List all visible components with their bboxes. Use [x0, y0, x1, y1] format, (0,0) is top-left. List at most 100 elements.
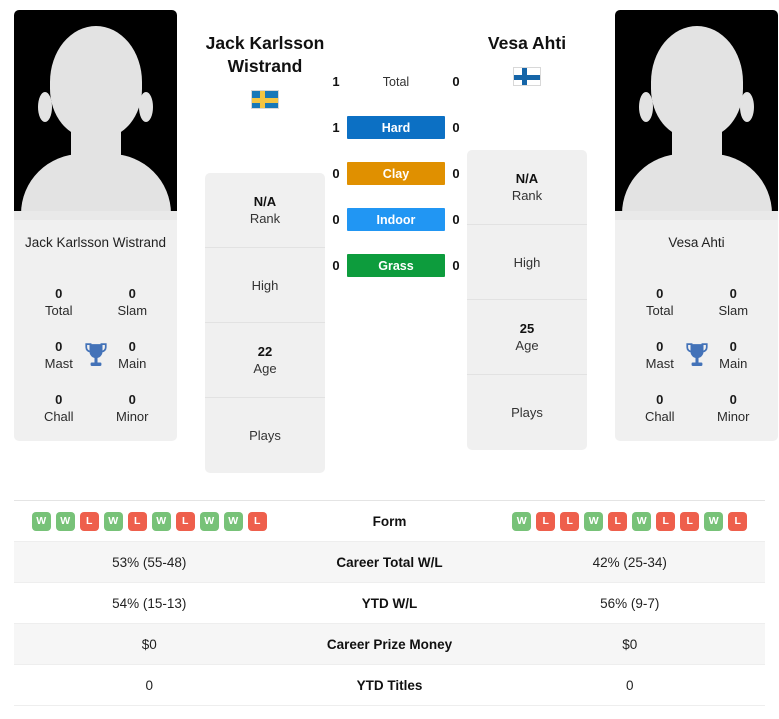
stat-row-form: WWLWLWLWWL Form WLLWLWLLWL [14, 501, 765, 542]
title-value: 0 [55, 392, 63, 407]
left-stat-value: $0 [141, 636, 157, 652]
form-badge-loss[interactable]: L [247, 511, 267, 531]
form-badge-loss[interactable]: L [79, 511, 99, 531]
right-titles-grid: 0 Total 0 Slam 0 Mast 0 Main 0 Chall 0 M… [623, 286, 770, 425]
h2h-bar-total: Total [382, 74, 410, 89]
left-player-name: Jack Karlsson Wistrand [205, 10, 325, 78]
left-stat-value: 53% (55-48) [112, 554, 187, 570]
form-badge-win[interactable]: W [103, 511, 123, 531]
stat-label-ytd-titles: YTD Titles [356, 677, 423, 693]
info-label: Rank [249, 211, 281, 226]
h2h-right-score: 0 [452, 258, 460, 273]
stat-row-ytd-wl: 54% (15-13) YTD W/L 56% (9-7) [14, 583, 765, 624]
left-form-strip: WWLWLWLWWL [31, 511, 267, 531]
right-stat-value: 42% (25-34) [592, 554, 667, 570]
h2h-left-score: 0 [332, 212, 340, 227]
info-row-age: 22 Age [205, 323, 325, 398]
form-badge-loss[interactable]: L [728, 511, 748, 531]
form-badge-win[interactable]: W [223, 511, 243, 531]
avatar-silhouette-icon [14, 10, 177, 220]
form-badge-loss[interactable]: L [560, 511, 580, 531]
left-player-name-line1: Jack Karlsson [205, 33, 325, 53]
form-badge-loss[interactable]: L [175, 511, 195, 531]
title-label: Total [45, 303, 73, 318]
left-info-panel: N/A Rank High 22 Age Plays [205, 173, 325, 473]
head-to-head-surface-bars: 1 Total 0 1 Hard 0 0 Clay 0 0 Indoor 0 0 [325, 10, 467, 500]
form-badge-loss[interactable]: L [656, 511, 676, 531]
title-stat-total: 0 Total [623, 286, 697, 319]
stat-row-ytd-titles: 0 YTD Titles 0 [14, 665, 765, 706]
stat-label-ytd-wl: YTD W/L [361, 595, 418, 611]
stat-label-form: Form [372, 513, 407, 529]
trophy-icon [83, 341, 109, 371]
h2h-right-score: 0 [452, 74, 460, 89]
title-value: 0 [729, 392, 737, 407]
h2h-right-score: 0 [452, 120, 460, 135]
stat-label-career-prize-money: Career Prize Money [326, 636, 453, 652]
h2h-left-score: 0 [332, 258, 340, 273]
title-stat-minor: 0 Minor [697, 392, 771, 425]
form-badge-win[interactable]: W [55, 511, 75, 531]
right-player-avatar [615, 10, 778, 220]
info-row-age: 25 Age [467, 300, 587, 375]
h2h-bar-grass: Grass [347, 254, 445, 277]
right-player-header: Vesa Ahti N/A Rank High 25 Age Plays [467, 10, 587, 500]
title-stat-slam: 0 Slam [697, 286, 771, 319]
form-badge-loss[interactable]: L [127, 511, 147, 531]
right-stat-value: 56% (9-7) [600, 595, 660, 611]
h2h-bar-clay: Clay [347, 162, 445, 185]
left-player-card: Jack Karlsson Wistrand 0 Total 0 Slam 0 … [14, 220, 177, 441]
form-badge-win[interactable]: W [512, 511, 532, 531]
title-label: Slam [117, 303, 148, 318]
left-player-column: Jack Karlsson Wistrand 0 Total 0 Slam 0 … [14, 10, 177, 500]
player-comparison-page: Jack Karlsson Wistrand 0 Total 0 Slam 0 … [0, 0, 779, 719]
form-badge-loss[interactable]: L [536, 511, 556, 531]
right-stat-value: 0 [625, 677, 634, 693]
info-label: Age [253, 361, 277, 376]
h2h-right-score: 0 [452, 212, 460, 227]
form-badge-win[interactable]: W [199, 511, 219, 531]
form-badge-win[interactable]: W [632, 511, 652, 531]
title-value: 0 [128, 286, 136, 301]
right-player-name-line1: Vesa Ahti [487, 33, 567, 53]
info-row-high: High [205, 248, 325, 323]
title-label: Total [646, 303, 674, 318]
info-label: Rank [511, 188, 543, 203]
title-label: Slam [718, 303, 749, 318]
h2h-row-total: 1 Total 0 [325, 70, 467, 93]
title-label: Chall [644, 409, 675, 424]
form-badge-loss[interactable]: L [608, 511, 628, 531]
left-form-cell: WWLWLWLWWL [14, 511, 285, 531]
title-label: Minor [115, 409, 149, 424]
form-badge-loss[interactable]: L [680, 511, 700, 531]
info-value: N/A [253, 194, 277, 209]
left-stat-value: 0 [145, 677, 153, 693]
info-value: 25 [519, 321, 535, 336]
title-label: Chall [43, 409, 74, 424]
stats-comparison-table: WWLWLWLWWL Form WLLWLWLLWL 53% (55-48) C… [14, 500, 765, 706]
h2h-row-grass: 0 Grass 0 [325, 254, 467, 277]
info-value: 22 [257, 344, 273, 359]
form-badge-win[interactable]: W [584, 511, 604, 531]
h2h-left-score: 1 [332, 120, 340, 135]
title-stat-chall: 0 Chall [623, 392, 697, 425]
form-badge-win[interactable]: W [704, 511, 724, 531]
left-card-player-name: Jack Karlsson Wistrand [24, 235, 167, 250]
right-player-column: Vesa Ahti 0 Total 0 Slam 0 Mast 0 Main 0… [615, 10, 778, 500]
comparison-header-area: Jack Karlsson Wistrand 0 Total 0 Slam 0 … [0, 0, 779, 500]
title-value: 0 [55, 286, 63, 301]
title-label: Minor [716, 409, 750, 424]
h2h-left-score: 1 [332, 74, 340, 89]
form-badge-win[interactable]: W [31, 511, 51, 531]
info-row-plays: Plays [205, 398, 325, 473]
info-label: High [513, 254, 541, 270]
info-label: High [251, 277, 279, 293]
form-badge-win[interactable]: W [151, 511, 171, 531]
title-value: 0 [729, 286, 737, 301]
h2h-row-hard: 1 Hard 0 [325, 116, 467, 139]
left-player-header: Jack Karlsson Wistrand N/A Rank High 22 … [205, 10, 325, 500]
right-form-cell: WLLWLWLLWL [495, 511, 766, 531]
right-stat-value: $0 [622, 636, 638, 652]
info-row-high: High [467, 225, 587, 300]
title-stat-total: 0 Total [22, 286, 96, 319]
